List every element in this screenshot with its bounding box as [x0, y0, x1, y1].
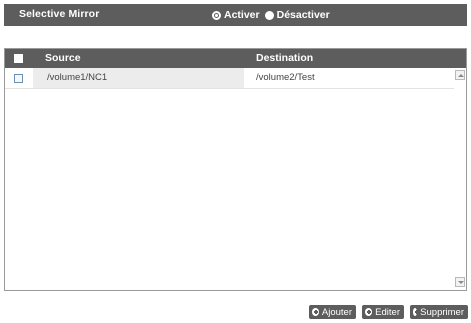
desactiver-label[interactable]: Désactiver: [277, 9, 330, 21]
column-header-source[interactable]: Source: [45, 52, 81, 64]
edit-button[interactable]: Editer: [362, 305, 404, 319]
activer-radio[interactable]: [212, 10, 221, 20]
column-header-destination[interactable]: Destination: [256, 52, 313, 64]
table-row[interactable]: /volume1/NC1 /volume2/Test: [5, 68, 456, 89]
activer-label[interactable]: Activer: [224, 9, 260, 21]
add-button[interactable]: Ajouter: [309, 305, 356, 319]
source-cell: /volume1/NC1: [33, 68, 244, 88]
mirror-mode-radio-group: Activer Désactiver: [212, 9, 335, 21]
plus-icon: [312, 308, 319, 316]
add-button-label: Ajouter: [321, 306, 352, 318]
row-checkbox[interactable]: [14, 74, 23, 83]
scroll-down-arrow-icon[interactable]: [455, 277, 465, 287]
vertical-scrollbar[interactable]: [454, 68, 466, 290]
section-title: Selective Mirror: [19, 8, 100, 20]
destination-cell: /volume2/Test: [256, 72, 315, 83]
delete-button-label: Supprimer: [420, 306, 464, 318]
scroll-up-arrow-icon[interactable]: [455, 70, 465, 80]
plus-icon: [413, 308, 420, 316]
delete-button[interactable]: Supprimer: [410, 305, 468, 319]
table-header: Source Destination: [5, 49, 466, 68]
selective-mirror-header: Selective Mirror Activer Désactiver: [4, 4, 467, 26]
edit-button-label: Editer: [375, 306, 400, 318]
desactiver-radio[interactable]: [264, 10, 274, 20]
plus-icon: [365, 308, 373, 316]
select-all-checkbox[interactable]: [14, 54, 23, 63]
mirror-table: Source Destination /volume1/NC1 /volume2…: [4, 48, 467, 291]
